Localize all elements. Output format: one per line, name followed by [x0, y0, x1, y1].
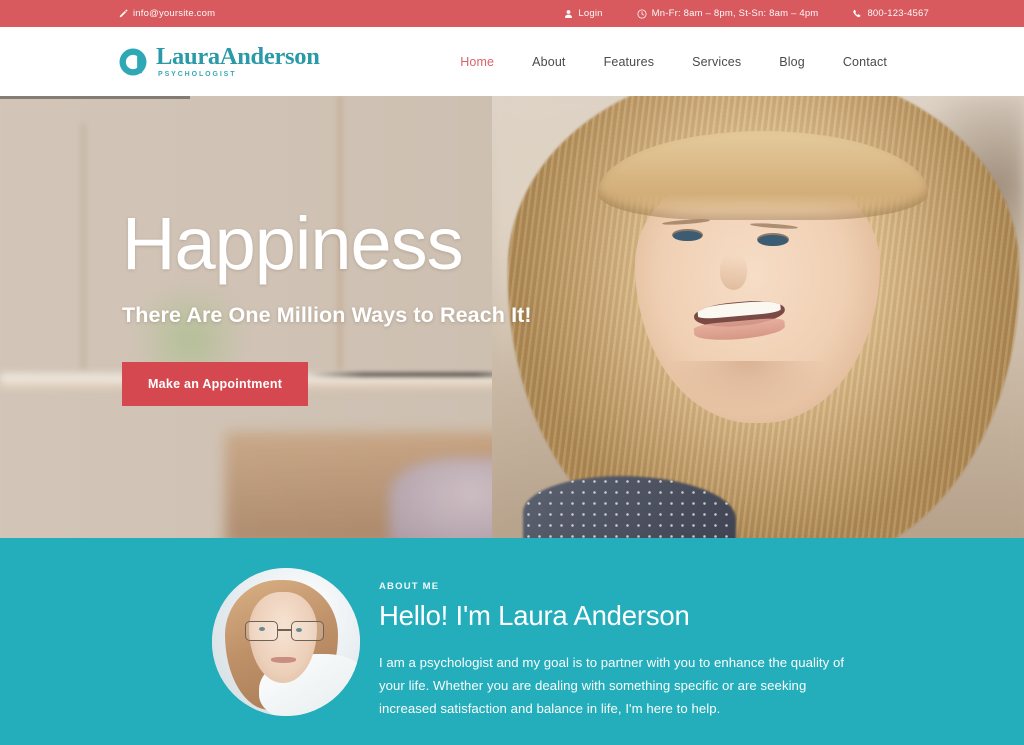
portrait-chin-shadow — [667, 361, 827, 415]
hero-frame-line — [81, 122, 85, 371]
landing-page: info@yoursite.com Login Mn-Fr: 8am – 8pm… — [0, 0, 1024, 745]
hero-title: Happiness — [122, 202, 464, 285]
logo-tagline: PSYCHOLOGIST — [158, 71, 237, 79]
hours-text: Mn-Fr: 8am – 8pm, St-Sn: 8am – 4pm — [651, 8, 819, 19]
logo-name: LauraAnderson — [156, 42, 320, 70]
logo-circle-monogram-icon — [118, 47, 148, 77]
nav-item-services[interactable]: Services — [673, 49, 760, 75]
slider-progress-bar[interactable] — [0, 96, 190, 99]
phone-link[interactable]: 800-123-4567 — [852, 8, 929, 19]
about-heading: Hello! I'm Laura Anderson — [379, 600, 690, 631]
login-link[interactable]: Login — [563, 8, 602, 19]
phone-text: 800-123-4567 — [867, 8, 929, 19]
topbar-left-group: info@yoursite.com — [118, 8, 215, 19]
hero-content: Happiness There Are One Million Ways to … — [122, 202, 532, 406]
clock-icon — [637, 8, 647, 19]
pencil-icon — [118, 9, 128, 19]
avatar — [212, 568, 360, 716]
make-appointment-button[interactable]: Make an Appointment — [122, 361, 309, 406]
glasses-icon — [244, 621, 325, 641]
avatar-glasses-bridge — [278, 629, 291, 631]
avatar-mouth — [271, 656, 297, 663]
nav-item-blog[interactable]: Blog — [760, 49, 824, 75]
avatar-lens-left — [244, 621, 279, 641]
nav-item-about[interactable]: About — [513, 49, 584, 75]
portrait-eye-right — [757, 235, 788, 246]
nav-item-features[interactable]: Features — [585, 49, 674, 75]
about-eyebrow-label: ABOUT ME — [379, 581, 440, 592]
about-paragraph: I am a psychologist and my goal is to pa… — [379, 654, 845, 716]
top-utility-bar: info@yoursite.com Login Mn-Fr: 8am – 8pm… — [0, 0, 1024, 27]
hero-subtitle: There Are One Million Ways to Reach It! — [122, 303, 532, 328]
main-navigation: Home About Features Services Blog Contac… — [441, 49, 906, 75]
phone-icon — [852, 9, 862, 19]
site-logo[interactable]: LauraAnderson PSYCHOLOGIST — [118, 42, 320, 79]
nav-item-home[interactable]: Home — [441, 49, 513, 75]
about-text-block: ABOUT ME Hello! I'm Laura Anderson I am … — [379, 581, 849, 721]
email-link[interactable]: info@yoursite.com — [118, 8, 215, 19]
user-icon — [563, 9, 573, 19]
avatar-lens-right — [290, 621, 325, 641]
hero-portrait-photo — [491, 96, 1024, 538]
hero-section: Happiness There Are One Million Ways to … — [0, 96, 1024, 538]
nav-item-contact[interactable]: Contact — [824, 49, 906, 75]
business-hours: Mn-Fr: 8am – 8pm, St-Sn: 8am – 4pm — [637, 8, 819, 19]
topbar-right-group: Login Mn-Fr: 8am – 8pm, St-Sn: 8am – 4pm — [563, 8, 929, 19]
login-label: Login — [578, 8, 603, 19]
email-text: info@yoursite.com — [133, 8, 216, 19]
site-header: LauraAnderson PSYCHOLOGIST Home About Fe… — [0, 27, 1024, 96]
